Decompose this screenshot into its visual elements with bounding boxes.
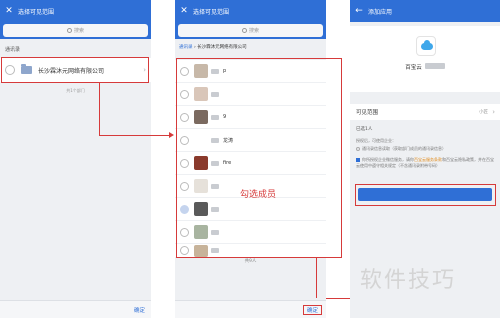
arrow-line bbox=[316, 258, 317, 298]
search-bar: 搜索 bbox=[0, 22, 151, 39]
search-placeholder: 搜索 bbox=[73, 28, 84, 34]
arrow-line bbox=[99, 83, 100, 136]
cloud-app-icon bbox=[416, 36, 436, 56]
permission-item: 通讯录信息读取（获取部门成员的通讯录信息） bbox=[356, 146, 494, 152]
panel-select-scope-org: ✕ 选择可见范围 搜索 通讯录 长沙霖沐元网络有限公司 › 共1个部门 确定 bbox=[0, 0, 151, 318]
permission-item-text: 通讯录信息读取（获取部门成员的通讯录信息） bbox=[362, 146, 446, 151]
chevron-right-icon: › bbox=[492, 108, 495, 116]
search-input[interactable]: 搜索 bbox=[3, 24, 148, 37]
bottom-bar: 确定 bbox=[0, 300, 151, 318]
breadcrumb-current: 长沙霖沐元网络有限公司 bbox=[197, 45, 247, 50]
confirm-button[interactable]: 确定 bbox=[302, 305, 322, 315]
breadcrumb: 通讯录 › 长沙霖沐元网络有限公司 bbox=[179, 45, 247, 50]
page-title: 添加应用 bbox=[368, 8, 393, 16]
search-icon bbox=[241, 28, 247, 33]
arrow-head bbox=[169, 132, 174, 138]
org-count: 共1个部门 bbox=[66, 88, 85, 93]
watermark: 软件技巧 bbox=[360, 268, 457, 293]
redacted-name bbox=[424, 63, 445, 69]
arrow-line bbox=[99, 135, 171, 136]
app-name: 百宝云 bbox=[350, 63, 500, 71]
section-title: 通讯录 bbox=[5, 47, 21, 53]
visible-scope-value: 小匠 bbox=[479, 110, 488, 115]
close-icon[interactable]: ✕ bbox=[0, 6, 18, 16]
terms-link[interactable]: 百宝云服务条款 bbox=[414, 157, 442, 162]
back-arrow-icon[interactable]: ← bbox=[350, 6, 368, 16]
breadcrumb-root[interactable]: 通讯录 bbox=[179, 45, 193, 50]
member-count: 共9人 bbox=[244, 259, 257, 264]
search-icon bbox=[66, 28, 72, 33]
highlight-box-org bbox=[1, 57, 149, 83]
search-bar: 搜索 bbox=[175, 22, 326, 39]
permission-title: 授权后，可使用企业： bbox=[356, 138, 396, 143]
visible-scope-label: 可见范围 bbox=[356, 110, 379, 116]
page-title: 选择可见范围 bbox=[18, 8, 55, 16]
search-input[interactable]: 搜索 bbox=[178, 24, 323, 37]
highlight-box-add bbox=[355, 184, 496, 206]
selected-count: 已选1人 bbox=[356, 127, 373, 132]
page-title: 选择可见范围 bbox=[193, 8, 230, 16]
visible-scope-row[interactable]: 可见范围 小匠 › bbox=[350, 104, 500, 120]
annotation-text: 勾选成员 bbox=[240, 190, 277, 200]
radio-icon bbox=[356, 147, 360, 151]
tutorial-composite: ✕ 选择可见范围 搜索 通讯录 长沙霖沐元网络有限公司 › 共1个部门 确定 ✕… bbox=[0, 0, 500, 318]
confirm-button[interactable]: 确定 bbox=[134, 306, 145, 314]
search-placeholder: 搜索 bbox=[248, 28, 259, 34]
highlight-box-members bbox=[176, 58, 342, 258]
app-card: 百宝云 bbox=[350, 26, 500, 92]
top-bar: ✕ 选择可见范围 bbox=[175, 0, 326, 22]
agreement[interactable]: 你所授权企业微信服务，请你百宝云服务条款和百宝云隐私政策，并在百宝云使用中遵守相… bbox=[356, 157, 494, 169]
close-icon[interactable]: ✕ bbox=[175, 6, 193, 16]
top-bar: ✕ 选择可见范围 bbox=[0, 0, 151, 22]
bottom-bar: 确定 bbox=[175, 300, 326, 318]
agree-text-1: 你所授权企业微信服务，请你 bbox=[362, 157, 414, 162]
checkbox-checked-icon[interactable] bbox=[356, 158, 360, 162]
app-name-text: 百宝云 bbox=[405, 65, 422, 71]
top-bar: ← 添加应用 bbox=[350, 0, 500, 22]
